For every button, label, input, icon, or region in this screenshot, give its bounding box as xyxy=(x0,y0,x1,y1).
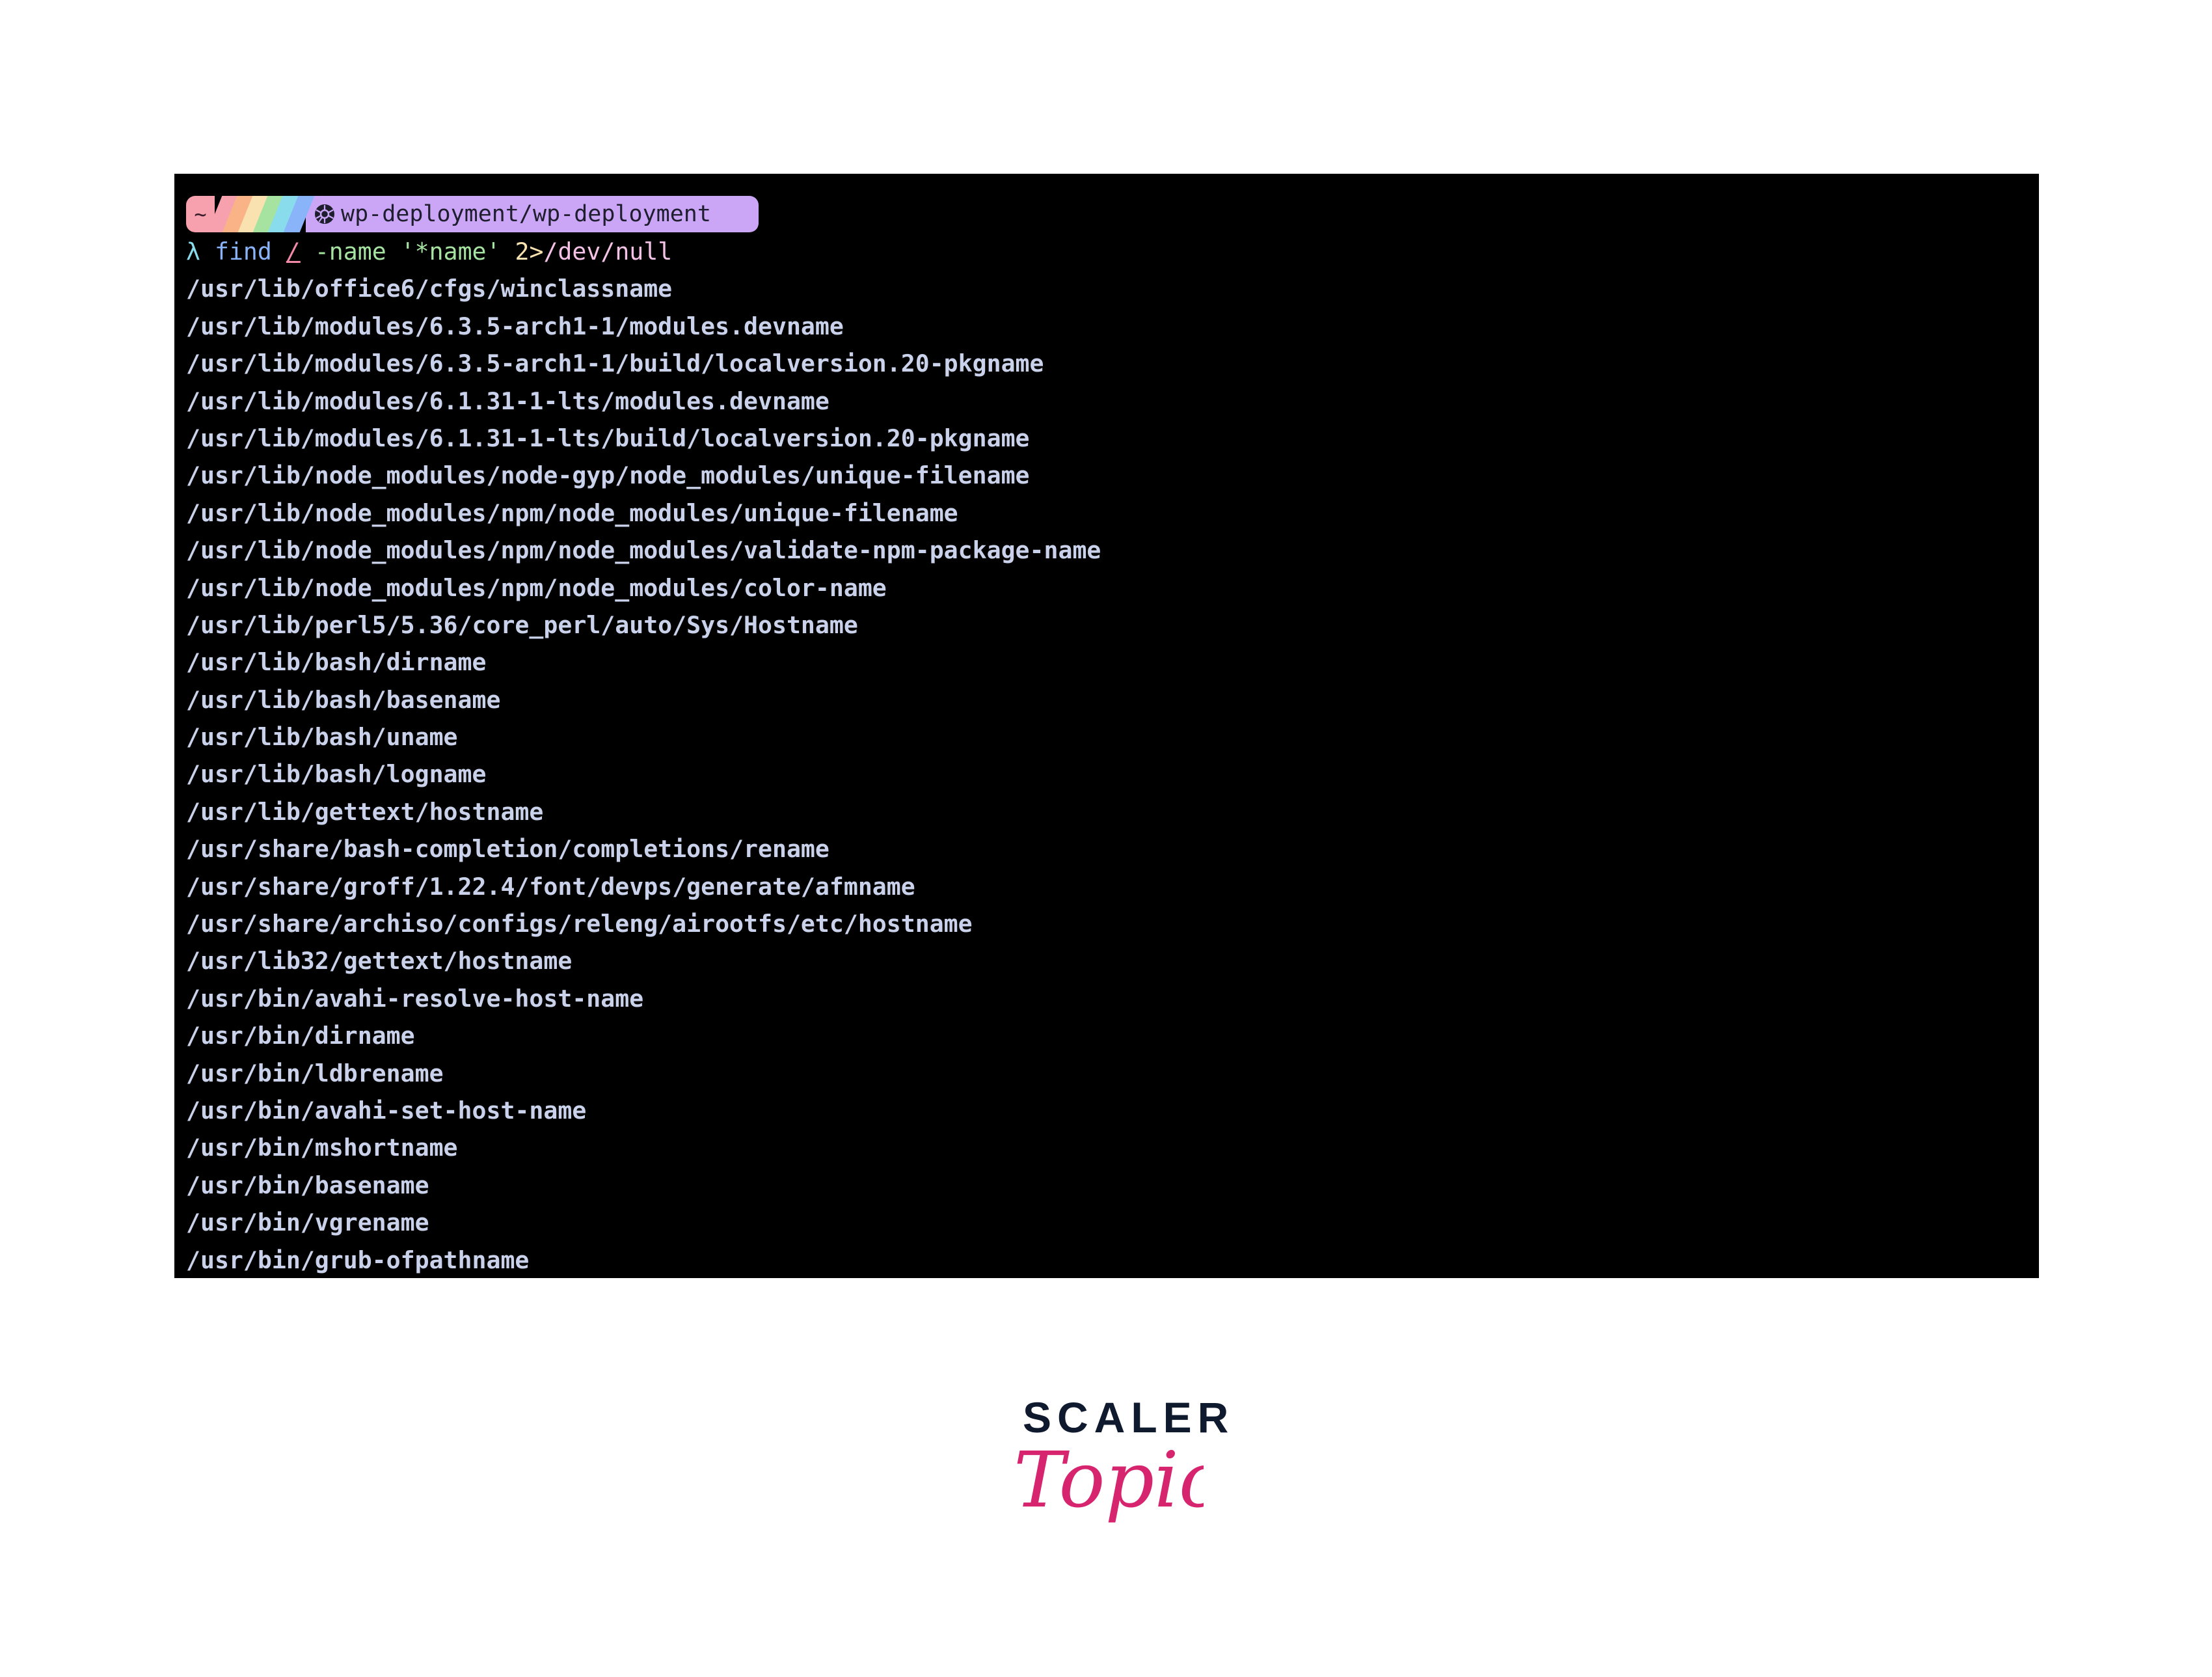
terminal-window[interactable]: ~ wp-deployment/wp-deployment λ find / -… xyxy=(174,174,2039,1278)
logo-bottom-text: Topics xyxy=(1014,1435,1204,1525)
prompt-path-segment: wp-deployment/wp-deployment xyxy=(306,196,759,232)
command-root-path: / xyxy=(286,238,301,266)
command-redirect-target: /dev/null xyxy=(543,238,673,266)
output-line: /usr/lib/bash/uname xyxy=(186,723,458,752)
output-line: /usr/share/archiso/configs/releng/airoot… xyxy=(186,910,973,938)
output-line: /usr/share/bash-completion/completions/r… xyxy=(186,835,830,864)
scaler-topics-logo: SCALER Topics xyxy=(1008,1393,1228,1562)
output-line: /usr/bin/grub-ofpathname xyxy=(186,1246,530,1274)
output-line: /usr/bin/avahi-set-host-name xyxy=(186,1096,587,1125)
output-line: /usr/lib/modules/6.3.5-arch1-1/modules.d… xyxy=(186,312,844,340)
output-line: /usr/lib/perl5/5.36/core_perl/auto/Sys/H… xyxy=(186,610,858,639)
output-line: /usr/lib/gettext/hostname xyxy=(186,797,544,826)
output-line: /usr/lib/modules/6.1.31-1-lts/modules.de… xyxy=(186,387,830,415)
kubernetes-icon xyxy=(315,204,334,224)
output-line: /usr/bin/avahi-resolve-host-name xyxy=(186,984,644,1013)
lambda-prompt-symbol: λ xyxy=(186,238,200,266)
logo-script-wordmark: Topics xyxy=(1014,1435,1204,1525)
command-name: find xyxy=(214,238,272,266)
output-line: /usr/bin/ldbrename xyxy=(186,1059,444,1087)
output-line: /usr/lib/node_modules/node-gyp/node_modu… xyxy=(186,461,1030,490)
output-line: /usr/lib/node_modules/npm/node_modules/u… xyxy=(186,498,958,527)
output-line: /usr/lib/bash/dirname xyxy=(186,648,487,677)
output-line: /usr/lib/node_modules/npm/node_modules/c… xyxy=(186,573,887,602)
command-flag: -name xyxy=(314,238,386,266)
home-symbol: ~ xyxy=(194,202,207,226)
output-line: /usr/lib/office6/cfgs/winclassname xyxy=(186,275,673,303)
prompt-bar: ~ wp-deployment/wp-deployment xyxy=(186,196,759,232)
output-line: /usr/bin/dirname xyxy=(186,1022,415,1050)
prompt-rainbow-separator xyxy=(207,196,315,232)
output-line: /usr/bin/vgrename xyxy=(186,1208,429,1237)
output-line: /usr/lib/modules/6.1.31-1-lts/build/loca… xyxy=(186,424,1030,452)
output-line: /usr/bin/mshortname xyxy=(186,1134,458,1162)
prompt-path: wp-deployment/wp-deployment xyxy=(341,201,711,227)
output-line: /usr/share/groff/1.22.4/font/devps/gener… xyxy=(186,872,915,901)
output-line: /usr/lib/bash/basename xyxy=(186,685,501,714)
output-line: /usr/bin/basename xyxy=(186,1171,429,1199)
command-line: λ find / -name '*name' 2>/dev/null xyxy=(186,233,2039,270)
output-line: /usr/lib/modules/6.3.5-arch1-1/build/loc… xyxy=(186,349,1044,378)
output-line: /usr/lib/bash/logname xyxy=(186,760,487,789)
output-line: /usr/lib/node_modules/npm/node_modules/v… xyxy=(186,536,1101,565)
output-line: /usr/lib32/gettext/hostname xyxy=(186,947,573,975)
command-output: /usr/lib/office6/cfgs/winclassname /usr/… xyxy=(186,270,2039,1278)
command-redirect: 2> xyxy=(515,238,544,266)
command-pattern: '*name' xyxy=(400,238,501,266)
